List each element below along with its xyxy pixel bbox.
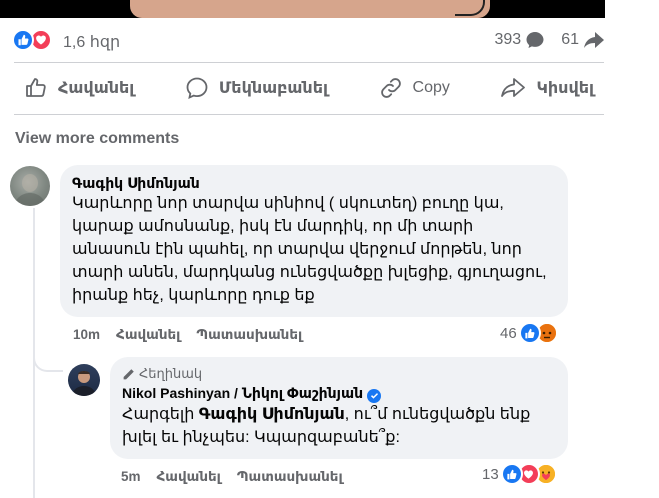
author-badge: Հեղինակ <box>122 366 556 382</box>
pencil-icon <box>123 368 134 379</box>
mention-link[interactable]: Գագիկ Սիմոնյան <box>199 406 345 423</box>
reply-author-row: Nikol Pashinyan / Նիկոլ Փաշինյան <box>122 384 556 403</box>
comment-reply-link[interactable]: Պատասխանել <box>196 327 302 343</box>
comment-button-label: Մեկնաբանել <box>218 80 328 97</box>
divider <box>14 114 604 115</box>
comment-timestamp[interactable]: 10m <box>73 327 100 343</box>
reply-bubble: Հեղինակ Nikol Pashinyan / Նիկոլ Փաշինյան… <box>110 357 568 459</box>
share-icon <box>501 78 526 97</box>
reply-connector <box>33 340 63 372</box>
post-actions: Հավանել Մեկնաբանել Copy Կիսվել <box>14 68 604 108</box>
reply-reaction-count: 13 <box>482 465 499 483</box>
share-button[interactable]: Կիսվել <box>490 72 603 104</box>
comment-bubble: Գագիկ Սիմոնյան Կարևորը նոր տարվա սինիով … <box>60 165 568 317</box>
comment-bubble-icon <box>526 32 544 48</box>
like-button[interactable]: Հավանել <box>14 72 144 104</box>
view-more-comments-link[interactable]: View more comments <box>15 130 179 148</box>
comment-reactions[interactable]: 46 <box>500 322 558 344</box>
reply-author[interactable]: Nikol Pashinyan / Նիկոլ Փաշինյան <box>122 385 363 401</box>
avatar[interactable] <box>68 364 100 396</box>
author-badge-label: Հեղինակ <box>139 366 203 381</box>
reaction-icons[interactable] <box>12 29 52 51</box>
media-frame <box>130 0 490 18</box>
reply-meta: 5m Հավանել Պատասխանել <box>121 469 343 485</box>
profile-photo-icon <box>14 174 46 206</box>
verified-badge-icon <box>367 388 382 403</box>
reply-like-link[interactable]: Հավանել <box>157 469 221 485</box>
comment-author[interactable]: Գագիկ Սիմոնյան <box>72 174 556 192</box>
reply-text: Հարգելի Գագիկ Սիմոնյան, ու՞մ ունեցվածքն … <box>122 403 556 449</box>
post-media[interactable] <box>0 0 605 18</box>
shares-count: 61 <box>561 31 579 48</box>
like-button-label: Հավանել <box>58 80 135 97</box>
engagement-counts: 393 61 <box>485 30 606 50</box>
comment-meta: 10m Հավանել Պատասխանել <box>73 327 302 343</box>
reply-reply-link[interactable]: Պատասխանել <box>237 469 343 485</box>
reply-reactions[interactable]: 13 <box>482 463 557 485</box>
comment-button[interactable]: Մեկնաբանել <box>175 72 338 104</box>
share-arrow-icon <box>584 32 604 48</box>
copy-button[interactable]: Copy <box>369 72 460 104</box>
copy-button-label: Copy <box>412 79 450 96</box>
like-reaction-icon <box>500 463 523 485</box>
share-button-label: Կիսվել <box>536 80 594 97</box>
comment-reaction-count: 46 <box>500 324 517 342</box>
shares-count-link[interactable]: 61 <box>561 30 605 50</box>
thumbs-up-icon <box>26 78 46 97</box>
profile-photo-icon <box>72 371 96 396</box>
reply-text-prefix: Հարգելի <box>122 405 199 423</box>
comment-text: Կարևորը նոր տարվա սինիով ( սկուտեղ) բուղ… <box>72 195 547 304</box>
comment-like-link[interactable]: Հավանել <box>116 327 180 343</box>
like-reaction-icon <box>518 322 541 344</box>
reactions-count[interactable]: 1,6 հզր <box>63 32 120 52</box>
reply-timestamp[interactable]: 5m <box>121 469 141 485</box>
comment-icon <box>186 77 208 100</box>
comments-count: 393 <box>494 31 522 48</box>
like-reaction-icon <box>12 29 34 51</box>
divider <box>14 62 604 63</box>
avatar[interactable] <box>10 166 50 206</box>
link-icon <box>380 78 401 98</box>
comments-count-link[interactable]: 393 <box>495 30 546 50</box>
post-stats-bar: 1,6 հզր 393 61 <box>0 28 605 56</box>
